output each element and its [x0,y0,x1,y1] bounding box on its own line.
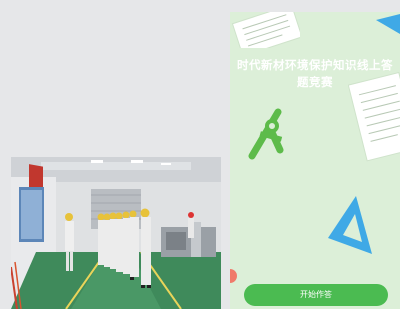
triangle-ruler-icon [328,196,372,254]
quiz-card: 时代新材环境保护知识线上答 题竞赛 开始作答 [230,12,400,309]
start-answer-button[interactable]: 开始作答 [244,284,388,306]
triangle-ruler-icon [376,14,400,34]
factory-photo [11,157,221,309]
paper-sheet-icon [231,12,300,48]
decoration-circle [230,269,237,283]
compass-icon [248,108,284,160]
paper-sheet-icon [348,72,400,162]
